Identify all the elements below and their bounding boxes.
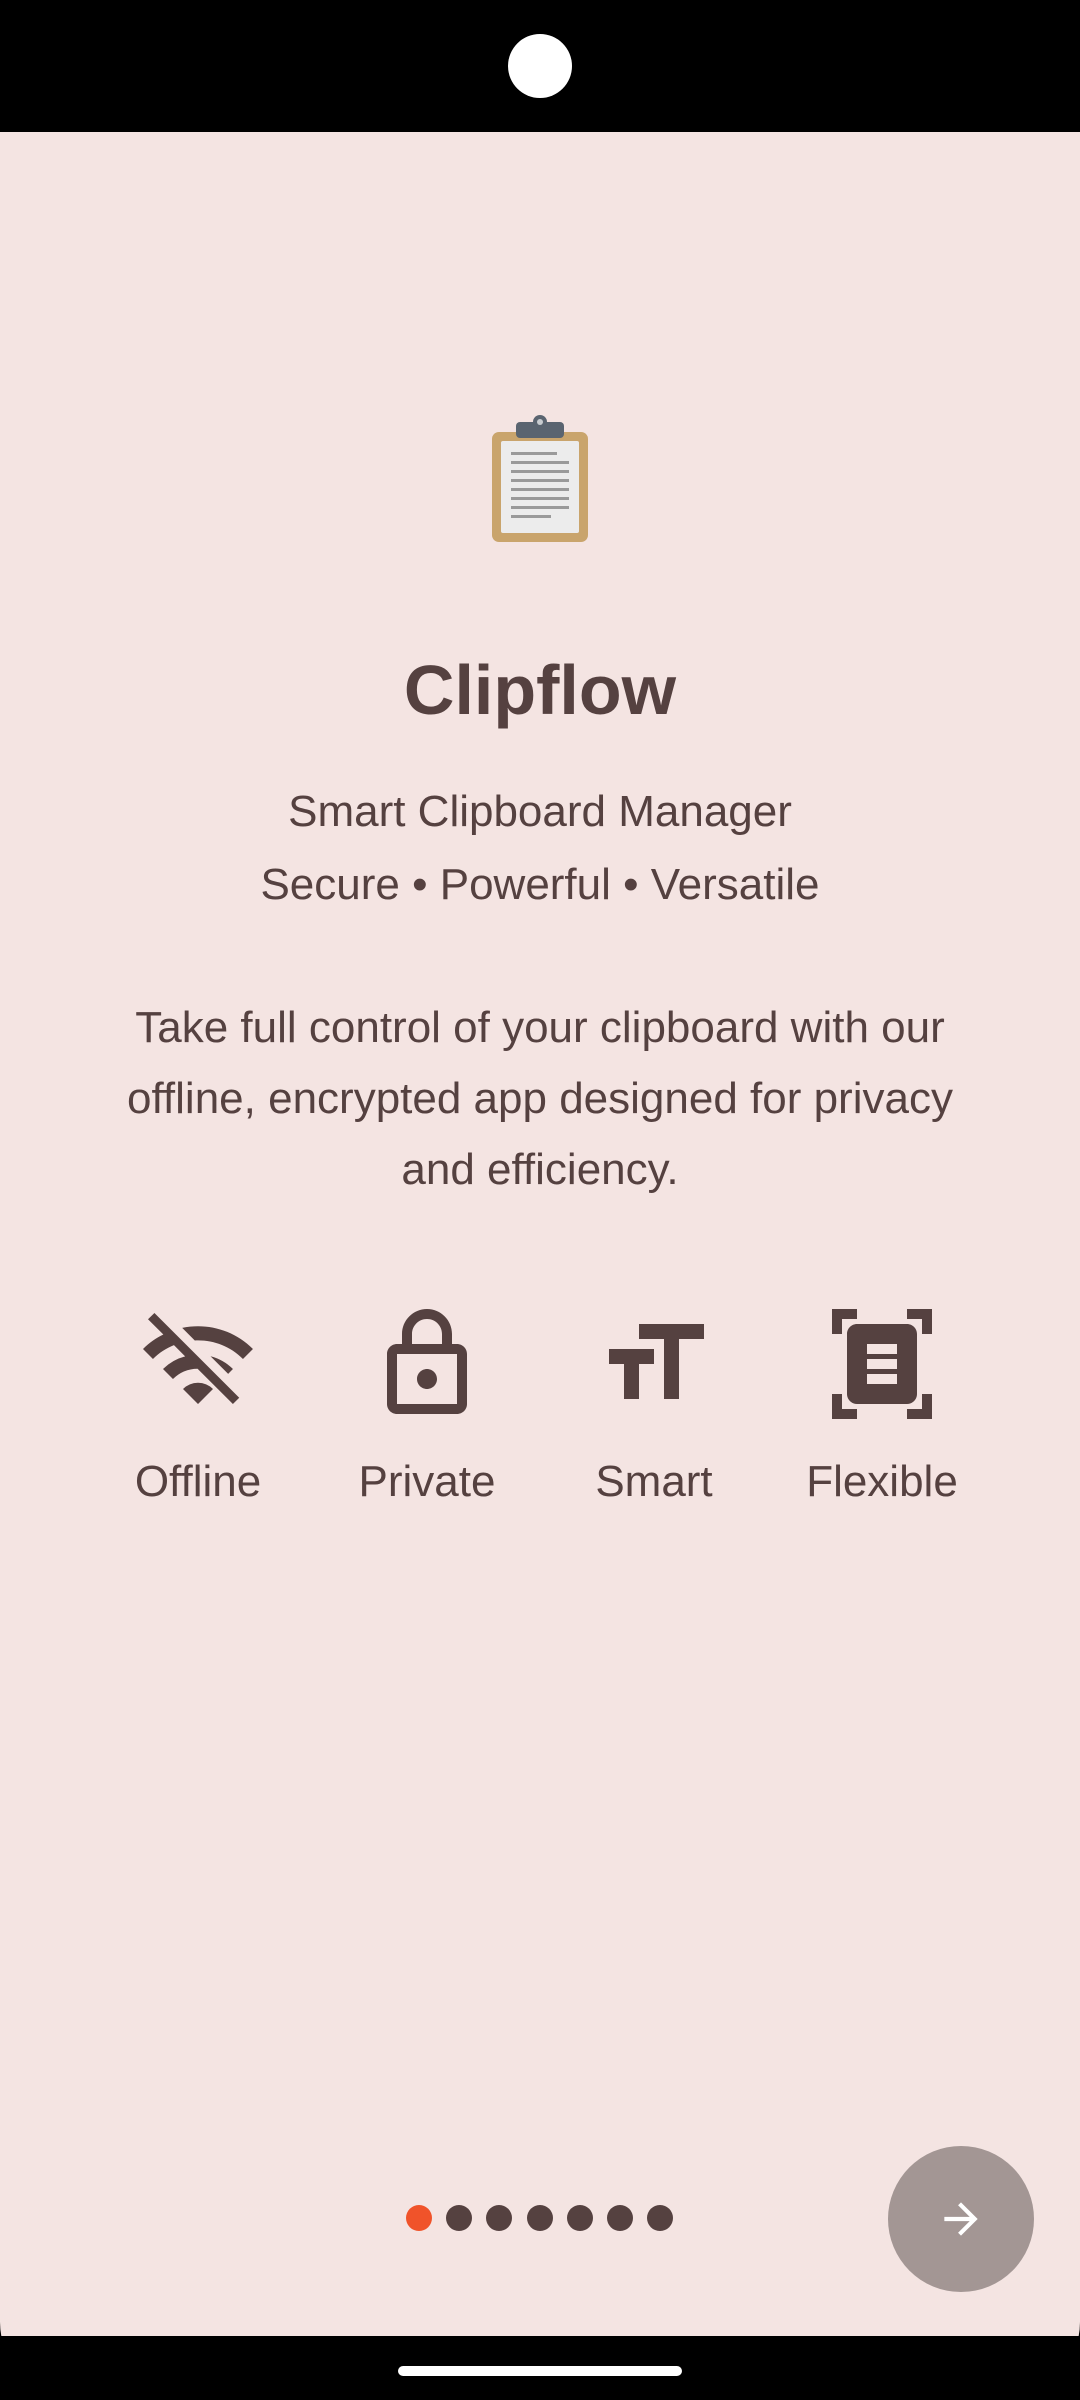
next-button[interactable] [888,2146,1034,2292]
feature-label: Offline [134,1457,262,1506]
arrow-right-icon [944,2202,978,2236]
page-dot [486,2205,512,2231]
feature-list: Offline Private Smart Flexible [0,1300,1080,1520]
page-dot [647,2205,673,2231]
feature-private: Private [327,1300,527,1520]
text-size-icon [609,1324,704,1399]
page-dot [527,2205,553,2231]
feature-smart: Smart [554,1300,754,1520]
feature-offline: Offline [98,1300,298,1520]
status-bar [0,0,1080,132]
page-dot-active [406,2205,432,2231]
wifi-off-icon [143,1312,253,1404]
page-indicator [400,2203,680,2233]
page-dot [446,2205,472,2231]
page-dot [567,2205,593,2231]
feature-label: Smart [595,1457,713,1506]
home-indicator[interactable] [398,2366,682,2376]
lock-icon [387,1309,467,1414]
app-subtitle: Smart Clipboard Manager [288,787,792,836]
document-scanner-icon [832,1309,932,1419]
clipboard-icon [492,415,588,542]
app-description: Take full control of your clipboard with… [127,1003,953,1194]
app-title: Clipflow [403,651,677,729]
page-dot [607,2205,633,2231]
device-frame: Clipflow Smart Clipboard Manager Secure … [0,0,1080,2400]
feature-label: Flexible [806,1457,958,1506]
feature-label: Private [358,1457,496,1506]
camera-cutout [508,34,572,98]
feature-flexible: Flexible [782,1300,982,1520]
app-tagline: Secure • Powerful • Versatile [260,860,820,909]
